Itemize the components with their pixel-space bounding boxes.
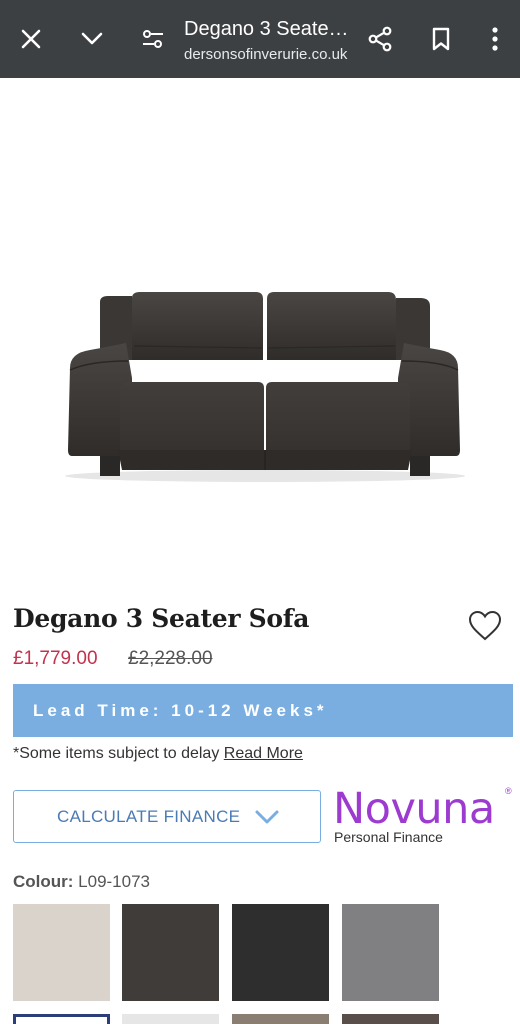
site-settings-icon[interactable] — [136, 22, 170, 56]
lead-time-banner: Lead Time: 10-12 Weeks* — [13, 684, 513, 737]
bookmark-icon[interactable] — [424, 22, 458, 56]
colour-swatch[interactable] — [122, 1014, 219, 1024]
current-price: £1,779.00 — [13, 648, 98, 669]
colour-value: L09-1073 — [73, 872, 151, 891]
colour-label-key: Colour: — [13, 872, 74, 891]
page-url[interactable]: dersonsofinverurie.co.uk — [184, 46, 347, 63]
colour-swatch[interactable] — [13, 904, 110, 1001]
colour-swatch[interactable] — [232, 1014, 329, 1024]
chevron-down-icon — [255, 810, 279, 823]
sofa-illustration — [65, 292, 465, 482]
heart-icon[interactable] — [468, 610, 502, 642]
page-title[interactable]: Degano 3 Seate… — [184, 18, 349, 41]
original-price: £2,228.00 — [128, 648, 213, 669]
registered-mark: ® — [505, 786, 512, 796]
colour-swatch[interactable] — [342, 1014, 439, 1024]
colour-swatch[interactable] — [13, 1014, 110, 1024]
close-icon[interactable] — [14, 22, 48, 56]
chevron-down-icon[interactable] — [75, 22, 109, 56]
colour-label: Colour: L09-1073 — [13, 872, 150, 892]
colour-swatch[interactable] — [122, 904, 219, 1001]
colour-swatch[interactable] — [342, 904, 439, 1001]
calculate-finance-button[interactable]: CALCULATE FINANCE — [13, 790, 321, 843]
read-more-link[interactable]: Read More — [224, 745, 303, 762]
delay-note-text: *Some items subject to delay — [13, 745, 224, 762]
browser-toolbar: Degano 3 Seate… dersonsofinverurie.co.uk — [0, 0, 520, 78]
product-image[interactable] — [0, 78, 520, 598]
product-title: Degano 3 Seater Sofa — [13, 604, 310, 633]
more-vert-icon[interactable] — [478, 22, 512, 56]
novuna-wordmark: Novuna — [333, 784, 495, 834]
colour-swatch[interactable] — [232, 904, 329, 1001]
novuna-subtitle: Personal Finance — [334, 829, 443, 845]
novuna-logo: Novuna ® Personal Finance — [333, 784, 515, 848]
share-icon[interactable] — [363, 22, 397, 56]
calculate-finance-label: CALCULATE FINANCE — [57, 806, 241, 826]
delay-note: *Some items subject to delay Read More — [13, 745, 303, 763]
